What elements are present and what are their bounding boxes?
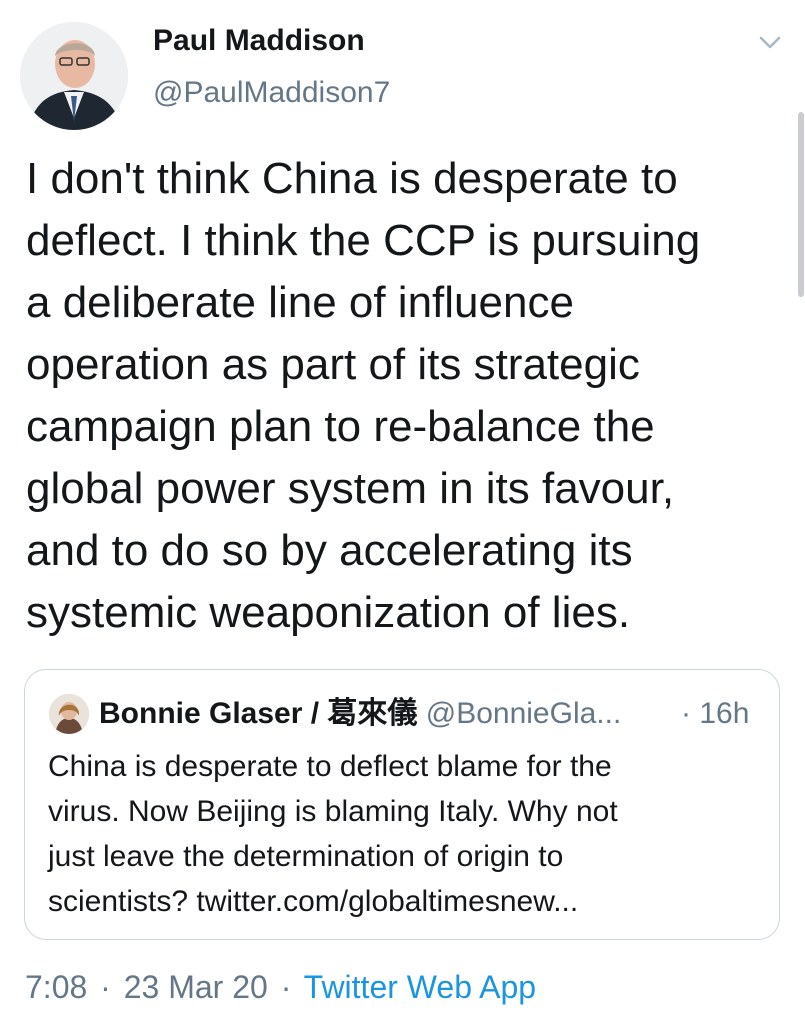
tweet-text-line: global power system in its favour,	[26, 464, 675, 513]
tweet-time[interactable]: 7:08	[25, 969, 87, 1005]
tweet-source-link[interactable]: Twitter Web App	[304, 969, 536, 1005]
quoted-author-handle[interactable]: @BonnieGla...	[426, 697, 622, 730]
author-name[interactable]: Paul Maddison	[153, 24, 365, 58]
tweet-meta: 7:08 · 23 Mar 20 · Twitter Web App	[25, 965, 536, 1009]
quoted-author-name[interactable]: Bonnie Glaser / 葛來儀	[99, 697, 417, 730]
meta-separator: ·	[280, 969, 292, 1005]
quoted-tweet-text: China is desperate to deflect blame for …	[48, 744, 768, 924]
meta-separator: ·	[100, 969, 111, 1005]
quoted-tweet-card[interactable]: Bonnie Glaser / 葛來儀 @BonnieGla... · 16h …	[24, 669, 780, 940]
author-avatar[interactable]	[20, 22, 128, 130]
tweet-text-line: deflect. I think the CCP is pursuing	[26, 216, 701, 265]
chevron-down-icon[interactable]	[756, 32, 784, 54]
tweet-text-line: operation as part of its strategic	[26, 340, 640, 389]
quoted-author-avatar-image	[49, 694, 89, 734]
tweet-date[interactable]: 23 Mar 20	[124, 969, 268, 1005]
quoted-text-line: China is desperate to deflect blame for …	[48, 750, 612, 783]
tweet-text-line: I don't think China is desperate to	[26, 154, 678, 203]
quoted-text-line: virus. Now Beijing is blaming Italy. Why…	[48, 795, 618, 828]
quoted-author-avatar[interactable]	[49, 694, 89, 734]
author-avatar-image	[20, 22, 128, 130]
tweet-text: I don't think China is desperate to defl…	[26, 148, 788, 644]
quoted-text-line: scientists? twitter.com/globaltimesnew..…	[48, 885, 579, 918]
quoted-header: Bonnie Glaser / 葛來儀 @BonnieGla...	[99, 694, 621, 734]
tweet-text-line: a deliberate line of influence	[26, 278, 574, 327]
quoted-timestamp: · 16h	[681, 697, 750, 730]
tweet-text-line: systemic weaponization of lies.	[26, 588, 631, 637]
tweet-card: Paul Maddison @PaulMaddison7 I don't thi…	[0, 0, 805, 1024]
tweet-text-line: and to do so by accelerating its	[26, 526, 633, 575]
tweet-text-line: campaign plan to re-balance the	[26, 402, 655, 451]
scrollbar[interactable]	[798, 112, 804, 297]
quoted-text-line: just leave the determination of origin t…	[48, 840, 564, 873]
author-handle[interactable]: @PaulMaddison7	[153, 76, 390, 110]
